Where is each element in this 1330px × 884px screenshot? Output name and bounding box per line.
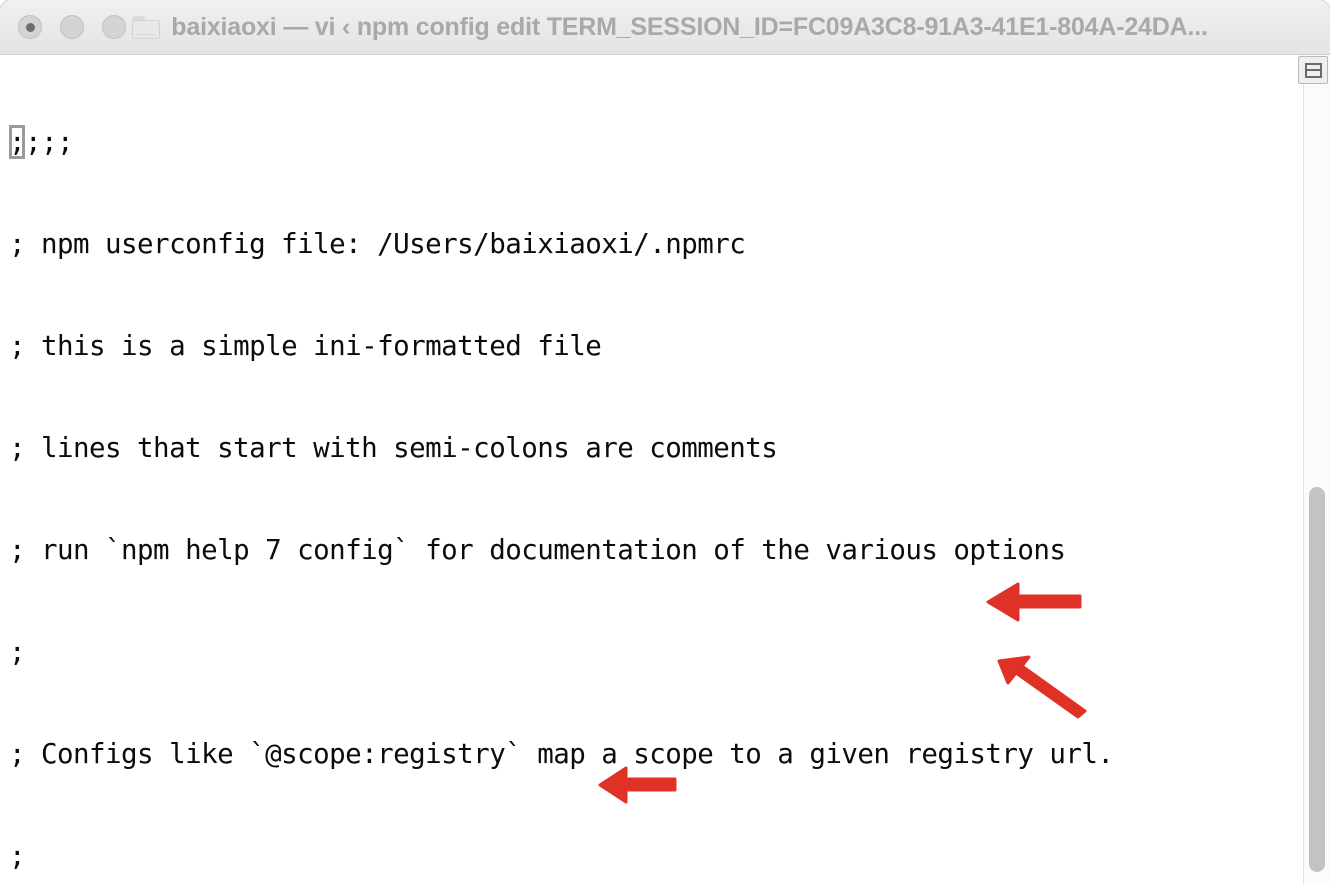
editor-text[interactable]: ;;;; ; npm userconfig file: /Users/baixi… (9, 57, 1290, 884)
scrollbar-thumb[interactable] (1309, 487, 1325, 872)
traffic-light-group (18, 15, 126, 39)
title-group: baixiaoxi — vi ‹ npm config edit TERM_SE… (0, 0, 1330, 54)
editor-line: ;;;; (9, 125, 1290, 159)
window-title: baixiaoxi — vi ‹ npm config edit TERM_SE… (171, 12, 1208, 41)
editor-line: ; (9, 636, 26, 668)
text-cursor: ; (9, 125, 26, 159)
editor-line: ; npm userconfig file: /Users/baixiaoxi/… (9, 228, 746, 260)
title-bar[interactable]: baixiaoxi — vi ‹ npm config edit TERM_SE… (0, 0, 1330, 55)
vertical-scrollbar[interactable] (1303, 55, 1330, 884)
terminal-content[interactable]: ;;;; ; npm userconfig file: /Users/baixi… (0, 55, 1330, 884)
close-button[interactable] (18, 15, 42, 39)
zoom-button[interactable] (102, 15, 126, 39)
editor-line: ; (9, 840, 26, 872)
editor-line-rest: ;;; (25, 126, 74, 158)
split-pane-icon[interactable] (1298, 56, 1328, 84)
editor-line: ; run `npm help 7 config` for documentat… (9, 534, 1066, 566)
close-dot (25, 22, 35, 32)
folder-icon (132, 15, 161, 39)
minimize-button[interactable] (60, 15, 84, 39)
editor-line: ; this is a simple ini-formatted file (9, 330, 602, 362)
terminal-window: baixiaoxi — vi ‹ npm config edit TERM_SE… (0, 0, 1330, 884)
editor-line: ; lines that start with semi-colons are … (9, 432, 778, 464)
editor-line: ; Configs like `@scope:registry` map a s… (9, 738, 1114, 770)
